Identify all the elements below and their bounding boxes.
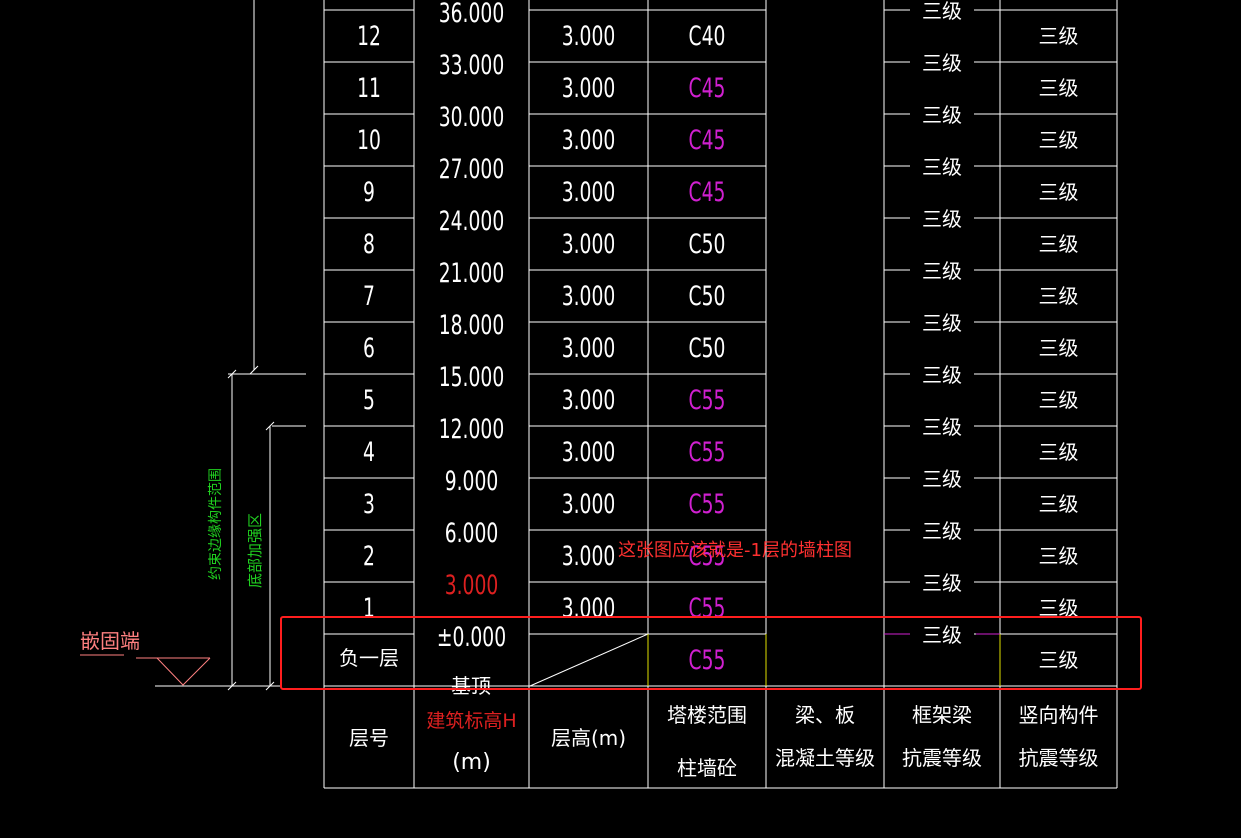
header-elev-unit: (m) bbox=[452, 750, 491, 775]
height-cell: 3.000 bbox=[562, 126, 616, 156]
vertical-grade-cell: 三级 bbox=[1039, 336, 1079, 360]
floor-cell: 8 bbox=[363, 230, 375, 260]
floor-cell: 5 bbox=[363, 386, 375, 416]
frame-grade-cell: 三级 bbox=[922, 311, 962, 335]
vertical-grade-cell: 三级 bbox=[1039, 544, 1079, 568]
height-cell: 3.000 bbox=[562, 542, 616, 572]
vertical-grade-cell: 三级 bbox=[1039, 492, 1079, 516]
concrete-cell: C50 bbox=[689, 282, 726, 312]
elevation-cell: 15.000 bbox=[439, 363, 504, 393]
height-cell: 3.000 bbox=[562, 230, 616, 260]
height-cell: 3.000 bbox=[562, 490, 616, 520]
dimension-lines bbox=[155, 0, 306, 691]
cad-drawing: 1236.0003.000 C40三级三级1133.0003.000 C45三级三级… bbox=[80, 0, 1118, 789]
vertical-grade-cell: 三级 bbox=[1039, 128, 1079, 152]
vertical-grade-cell: 三级 bbox=[1039, 388, 1079, 412]
elevation-cell: 12.000 bbox=[439, 415, 504, 445]
elevation-cell: 3.000 bbox=[445, 571, 499, 601]
height-cell: 3.000 bbox=[562, 22, 616, 52]
floor-cell: 2 bbox=[363, 542, 375, 572]
elevation-cell: 6.000 bbox=[445, 519, 499, 549]
vertical-grade-cell: 三级 bbox=[1039, 180, 1079, 204]
floor-cell: 6 bbox=[363, 334, 375, 364]
height-cell: 3.000 bbox=[562, 386, 616, 416]
vertical-grade-cell: 三级 bbox=[1039, 232, 1079, 256]
table-header: 层号 建筑标高H (m) 层高(m) 塔楼范围柱墙砼 梁、板混凝土等级 框架梁抗震等级 竖向构… bbox=[349, 703, 1099, 780]
elevation-cell: 21.000 bbox=[439, 259, 504, 289]
embed-end-symbol bbox=[136, 657, 211, 686]
frame-grade-cell: 三级 bbox=[922, 519, 962, 543]
frame-grade-cell: 三级 bbox=[922, 467, 962, 491]
header-elev: 建筑标高H bbox=[426, 710, 516, 732]
frame-grade-cell: 三级 bbox=[922, 0, 962, 23]
header-height: 层高(m) bbox=[551, 726, 626, 750]
concrete-cell: C55 bbox=[689, 490, 726, 520]
frame-grade-cell: 三级 bbox=[922, 103, 962, 127]
frame-grade-cell: 三级 bbox=[922, 571, 962, 595]
header-tower: 塔楼范围 bbox=[667, 703, 747, 727]
elevation-cell: 27.000 bbox=[439, 155, 504, 185]
highlight-box bbox=[280, 616, 1142, 690]
concrete-cell: C45 bbox=[689, 178, 726, 208]
frame-grade-cell: 三级 bbox=[922, 51, 962, 75]
concrete-cell: C45 bbox=[689, 74, 726, 104]
header-tower-sub: 柱墙砼 bbox=[677, 756, 737, 780]
header-vert-sub: 抗震等级 bbox=[1019, 746, 1099, 770]
header-frame-sub: 抗震等级 bbox=[902, 746, 982, 770]
concrete-cell: C45 bbox=[689, 126, 726, 156]
elevation-cell: 33.000 bbox=[439, 51, 504, 81]
frame-grade-cell: 三级 bbox=[922, 207, 962, 231]
floor-cell: 10 bbox=[357, 126, 381, 156]
header-vert: 竖向构件 bbox=[1019, 703, 1099, 727]
constraint-edge-label: 约束边缘构件范围 bbox=[207, 468, 224, 580]
vertical-grade-cell: 三级 bbox=[1039, 440, 1079, 464]
height-cell: 3.000 bbox=[562, 282, 616, 312]
elevation-cell: 36.000 bbox=[439, 0, 504, 29]
concrete-cell: C40 bbox=[689, 22, 726, 52]
embed-end-label: 嵌固端 bbox=[80, 629, 140, 653]
vertical-grade-cell: 三级 bbox=[1039, 24, 1079, 48]
elevation-cell: 18.000 bbox=[439, 311, 504, 341]
height-cell: 3.000 bbox=[562, 74, 616, 104]
frame-grade-cell: 三级 bbox=[922, 415, 962, 439]
bottom-strengthen-label: 底部加强区 bbox=[246, 513, 264, 588]
floor-cell: 3 bbox=[363, 490, 375, 520]
elevation-cell: 9.000 bbox=[445, 467, 499, 497]
header-floor: 层号 bbox=[349, 726, 389, 750]
floor-cell: 4 bbox=[363, 438, 375, 468]
header-beam-sub: 混凝土等级 bbox=[775, 746, 875, 770]
concrete-cell: C50 bbox=[689, 230, 726, 260]
table-cells: 1236.0003.000 C40三级三级1133.0003.000 C45三级三级… bbox=[339, 0, 1079, 676]
elevation-cell: 24.000 bbox=[439, 207, 504, 237]
header-beam: 梁、板 bbox=[795, 703, 855, 727]
floor-cell: 12 bbox=[357, 22, 381, 52]
concrete-cell: C50 bbox=[689, 334, 726, 364]
elevation-cell: 30.000 bbox=[439, 103, 504, 133]
header-frame: 框架梁 bbox=[912, 703, 972, 727]
vertical-grade-cell: 三级 bbox=[1039, 284, 1079, 308]
concrete-cell: C55 bbox=[689, 438, 726, 468]
concrete-cell: C55 bbox=[689, 386, 726, 416]
frame-grade-cell: 三级 bbox=[922, 155, 962, 179]
annotation-text: 这张图应该就是-1层的墙柱图 bbox=[618, 540, 852, 561]
frame-grade-cell: 三级 bbox=[922, 259, 962, 283]
floor-cell: 9 bbox=[363, 178, 375, 208]
frame-grade-cell: 三级 bbox=[922, 363, 962, 387]
height-cell: 3.000 bbox=[562, 438, 616, 468]
vertical-grade-cell: 三级 bbox=[1039, 76, 1079, 100]
height-cell: 3.000 bbox=[562, 334, 616, 364]
height-cell: 3.000 bbox=[562, 178, 616, 208]
floor-cell: 7 bbox=[363, 282, 375, 312]
floor-cell: 11 bbox=[357, 74, 381, 104]
